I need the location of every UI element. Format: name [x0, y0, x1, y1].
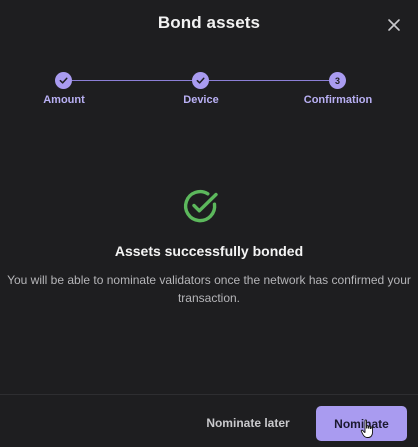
close-icon[interactable] [384, 15, 404, 35]
step-connector [72, 80, 192, 81]
success-message: You will be able to nominate validators … [7, 273, 411, 305]
step-amount-check-icon [55, 72, 72, 89]
check-circle-icon [182, 187, 220, 225]
progress-stepper: Amount Device 3 Confirmation [0, 70, 418, 120]
step-confirmation-indicator: 3 [329, 72, 346, 89]
step-connector [209, 80, 329, 81]
nominate-button[interactable]: Nominate [316, 406, 407, 441]
step-device-label: Device [183, 94, 219, 106]
step-amount-label: Amount [43, 94, 85, 106]
step-confirmation-label: Confirmation [303, 94, 373, 106]
success-title: Assets successfully bonded [114, 243, 304, 259]
bond-assets-dialog: Bond assets Amount Device 3 Confirmation [0, 0, 418, 447]
dialog-title: Bond assets [157, 13, 261, 32]
footer-divider [0, 394, 418, 395]
nominate-later-button[interactable]: Nominate later [196, 407, 300, 439]
step-device-check-icon [192, 72, 209, 89]
step-confirmation-number: 3 [334, 75, 340, 86]
